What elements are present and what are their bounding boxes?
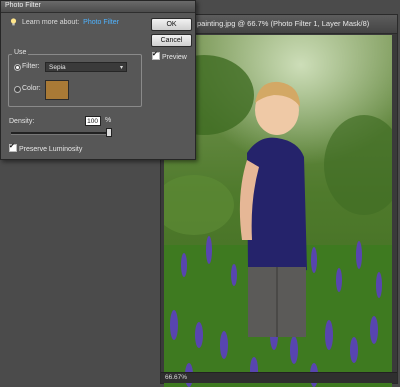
preserve-luminosity-checkbox[interactable]: Preserve Luminosity — [9, 142, 83, 153]
filter-select-value: Sepia — [49, 64, 66, 71]
color-swatch[interactable] — [45, 80, 69, 100]
color-radio[interactable] — [14, 86, 21, 93]
color-label: Color: — [22, 85, 41, 92]
preview-check-icon[interactable] — [152, 50, 160, 60]
learn-more-link[interactable]: Photo Filter — [83, 19, 119, 26]
filter-select[interactable]: Sepia ▾ — [45, 62, 127, 72]
dialog-titlebar[interactable]: Photo Filter — [1, 1, 195, 13]
learn-more-label: Learn more about: — [22, 19, 80, 26]
density-unit: % — [105, 117, 112, 124]
filter-label: Filter: — [22, 63, 40, 70]
lightbulb-icon — [10, 18, 17, 26]
chevron-down-icon: ▾ — [119, 65, 123, 71]
image-canvas[interactable] — [164, 35, 392, 387]
photo-filter-dialog: Photo Filter Learn more about: Photo Fil… — [0, 0, 196, 160]
preserve-luminosity-label: Preserve Luminosity — [18, 146, 83, 153]
ok-button[interactable]: OK — [151, 18, 192, 31]
density-label: Density: — [9, 118, 35, 125]
preview-label: Preview — [161, 54, 187, 61]
photo-boy-in-lupine-field — [164, 35, 392, 387]
document-titlebar[interactable]: painting.jpg @ 66.7% (Photo Filter 1, La… — [161, 15, 397, 34]
density-slider-track[interactable] — [11, 132, 109, 135]
status-bar: 66.67% — [161, 372, 397, 383]
preview-checkbox[interactable]: Preview — [152, 50, 187, 61]
dialog-title: Photo Filter — [5, 2, 41, 9]
document-title: painting.jpg @ 66.7% (Photo Filter 1, La… — [197, 19, 370, 28]
density-input[interactable]: 100 — [85, 116, 101, 126]
filter-radio[interactable] — [14, 64, 21, 71]
use-legend: Use — [12, 49, 29, 56]
cancel-button[interactable]: Cancel — [151, 34, 192, 47]
zoom-level: 66.67% — [165, 374, 188, 381]
preserve-check-icon[interactable] — [9, 142, 17, 152]
density-slider-thumb[interactable] — [106, 128, 112, 137]
